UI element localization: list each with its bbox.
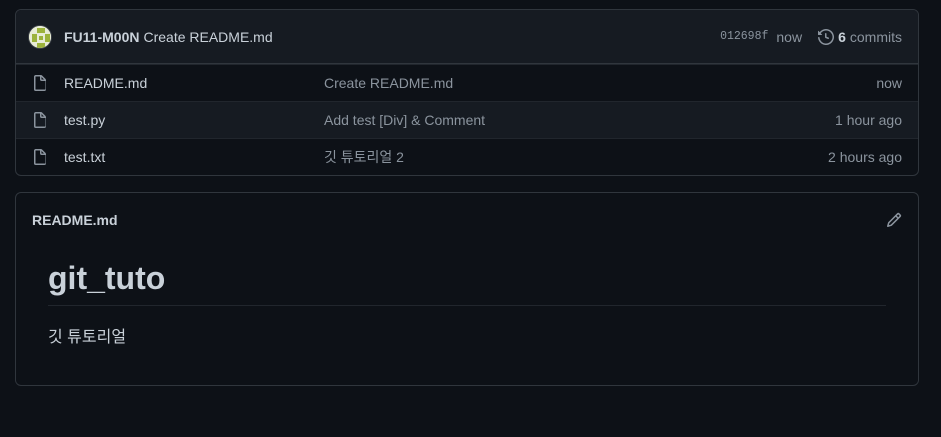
file-commit-time: 1 hour ago (835, 112, 902, 128)
file-icon (34, 112, 46, 128)
commit-sha[interactable]: 012698f (720, 30, 768, 43)
readme-content: git_tuto 깃 튜토리얼 (16, 247, 918, 347)
file-commit-message[interactable]: Add test [Div] & Comment (324, 112, 485, 128)
readme-panel: README.md git_tuto 깃 튜토리얼 (15, 192, 919, 386)
file-row[interactable]: test.txt 깃 튜토리얼 2 2 hours ago (16, 138, 918, 175)
file-icon (34, 149, 46, 165)
file-icon (34, 75, 46, 91)
readme-header: README.md (16, 193, 918, 247)
file-commit-time: now (876, 75, 902, 91)
file-browser: FU11-M00N Create README.md 012698f now 6… (15, 9, 919, 176)
readme-filename[interactable]: README.md (32, 212, 118, 228)
file-commit-message[interactable]: 깃 튜토리얼 2 (324, 147, 404, 167)
file-row[interactable]: test.py Add test [Div] & Comment 1 hour … (16, 101, 918, 138)
author-avatar[interactable] (28, 24, 52, 49)
file-commit-time: 2 hours ago (828, 149, 902, 165)
commit-time: now (776, 28, 803, 45)
commit-author[interactable]: FU11-M00N (64, 29, 139, 45)
pencil-icon[interactable] (886, 212, 902, 228)
commit-message[interactable]: Create README.md (143, 29, 272, 45)
readme-heading: git_tuto (48, 259, 886, 307)
latest-commit-bar: FU11-M00N Create README.md 012698f now 6… (16, 10, 918, 64)
file-name[interactable]: test.txt (64, 149, 105, 165)
commits-link[interactable]: 6 commits (818, 29, 902, 45)
history-icon (818, 28, 835, 45)
file-commit-message[interactable]: Create README.md (324, 75, 453, 91)
readme-paragraph: 깃 튜토리얼 (48, 329, 127, 347)
file-name[interactable]: test.py (64, 112, 105, 128)
file-row[interactable]: README.md Create README.md now (16, 64, 918, 101)
file-name[interactable]: README.md (64, 75, 147, 91)
commit-count: 6 (838, 28, 846, 45)
commits-label: commits (849, 28, 902, 45)
